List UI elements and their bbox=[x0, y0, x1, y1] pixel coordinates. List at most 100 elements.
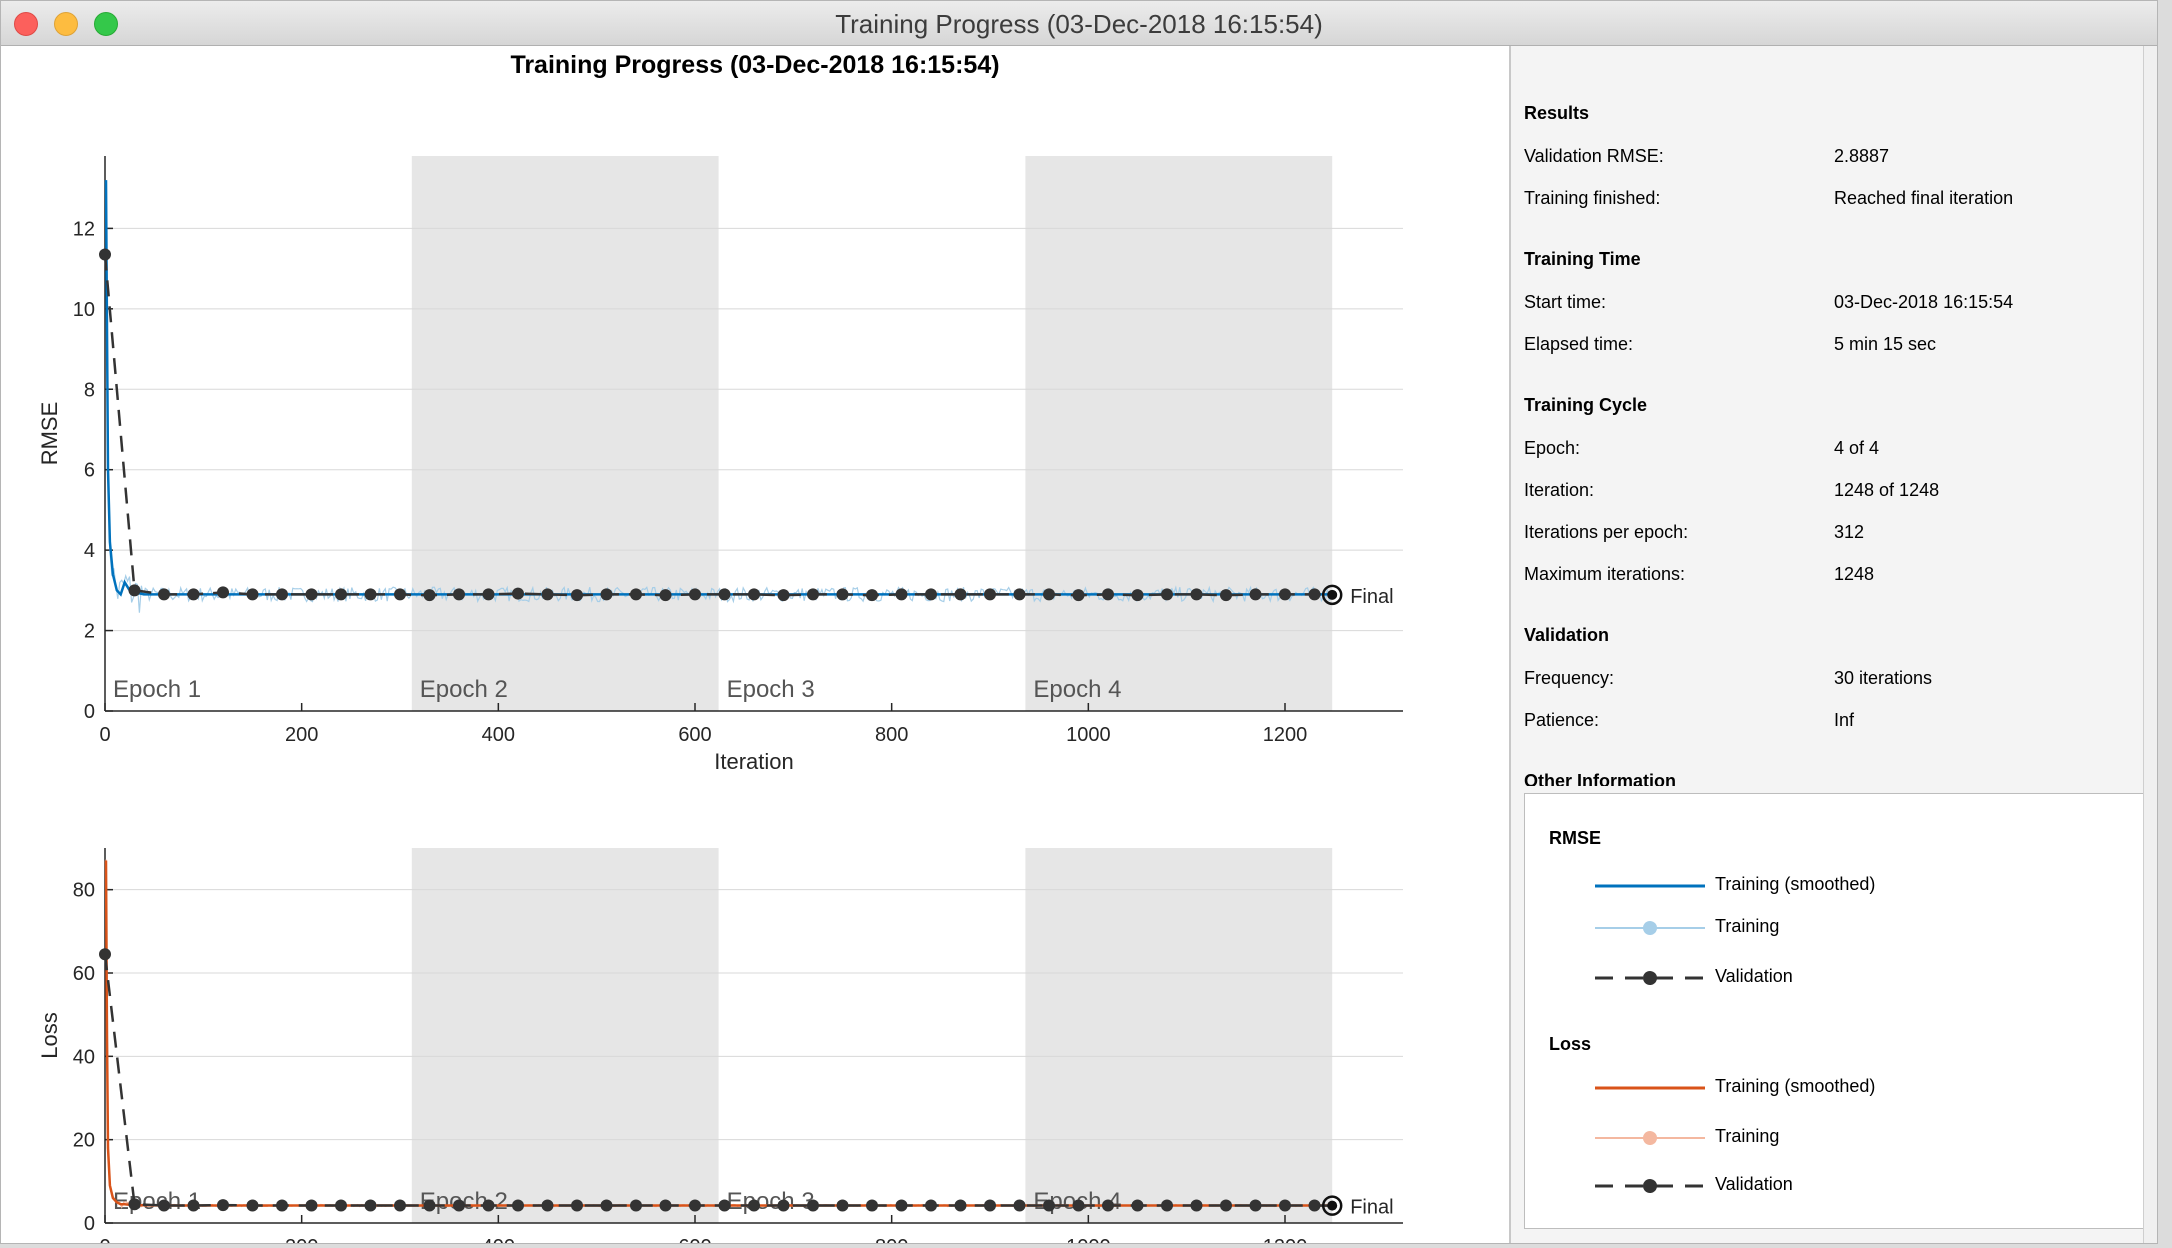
loss-validation-point bbox=[925, 1199, 937, 1212]
legend-loss-heading: Loss bbox=[1549, 1034, 1592, 1054]
legend-rmse-smoothed-line bbox=[1595, 884, 1705, 888]
loss-y-tick-label: 0 bbox=[84, 1213, 95, 1235]
info-panel: Results Validation RMSE: 2.8887 Training… bbox=[1511, 46, 2157, 1243]
rmse-validation-point bbox=[836, 588, 849, 601]
rmse-validation-point bbox=[217, 586, 229, 599]
title-bar[interactable]: Training Progress (03-Dec-2018 16:15:54) bbox=[1, 1, 2157, 46]
loss-x-tick-label: 1200 bbox=[1263, 1236, 1308, 1244]
loss-y-tick-label: 80 bbox=[73, 880, 95, 902]
rmse-epoch-label: Epoch 4 bbox=[1033, 676, 1121, 703]
rmse-validation-point bbox=[1013, 588, 1026, 601]
rmse-validation-point bbox=[1308, 588, 1321, 601]
iteration-label: Iteration: bbox=[1524, 480, 1595, 500]
loss-x-tick-label: 200 bbox=[285, 1236, 318, 1244]
rmse-x-tick-label: 1000 bbox=[1066, 724, 1111, 746]
rmse-plot: Epoch 1 Epoch 2 Epoch 3 Epoch 40 200 400 600 80… bbox=[37, 156, 1403, 774]
loss-epoch-label: Epoch 3 bbox=[727, 1188, 815, 1215]
start-time-value: 03-Dec-2018 16:15:54 bbox=[1834, 292, 2014, 312]
loss-validation-point bbox=[512, 1199, 524, 1212]
epoch-label: Epoch: bbox=[1524, 438, 1581, 458]
rmse-validation-point bbox=[954, 588, 967, 601]
legend-loss-training-line bbox=[1595, 1131, 1705, 1145]
frequency-label: Frequency: bbox=[1524, 668, 1615, 688]
rmse-validation-point bbox=[1249, 588, 1262, 601]
legend-rmse-smoothed-label: Training (smoothed) bbox=[1715, 874, 1876, 894]
rmse-validation-point bbox=[571, 589, 583, 602]
legend-loss-validation-label: Validation bbox=[1715, 1174, 1793, 1194]
loss-validation-point bbox=[128, 1198, 141, 1211]
rmse-epoch-band bbox=[1025, 156, 1333, 711]
rmse-validation-point bbox=[718, 588, 731, 601]
frequency-value: 30 iterations bbox=[1834, 668, 1933, 688]
rmse-validation-point bbox=[895, 588, 908, 601]
rmse-x-tick-label: 200 bbox=[285, 724, 318, 746]
epoch-value: 4 of 4 bbox=[1834, 438, 1880, 458]
legend-rmse-training-line bbox=[1595, 921, 1705, 935]
rmse-validation-point bbox=[276, 588, 288, 601]
rmse-validation-point bbox=[128, 584, 141, 597]
loss-x-tick-label: 0 bbox=[99, 1236, 110, 1244]
patience-label: Patience: bbox=[1524, 710, 1600, 730]
rmse-validation-point bbox=[99, 248, 111, 261]
loss-validation-point bbox=[1161, 1199, 1173, 1212]
rmse-validation-point bbox=[335, 588, 347, 601]
rmse-validation-point bbox=[1190, 588, 1203, 601]
rmse-validation-point bbox=[1131, 589, 1144, 602]
rmse-validation-point bbox=[453, 588, 465, 601]
rmse-x-tick-label: 800 bbox=[875, 724, 908, 746]
rmse-epoch-label: Epoch 1 bbox=[113, 676, 201, 703]
training-finished-value: Reached final iteration bbox=[1834, 188, 2014, 208]
validation-rmse-value: 2.8887 bbox=[1834, 146, 1890, 166]
loss-validation-point bbox=[423, 1199, 436, 1212]
validation-heading: Validation bbox=[1524, 625, 1610, 645]
loss-final-marker bbox=[1327, 1200, 1338, 1211]
rmse-y-tick-label: 6 bbox=[84, 460, 95, 482]
loss-validation-point bbox=[1279, 1199, 1291, 1212]
maximum-iterations-label: Maximum iterations: bbox=[1524, 564, 1686, 584]
loss-validation-point bbox=[1013, 1199, 1026, 1212]
rmse-validation-point bbox=[482, 588, 495, 601]
loss-validation-point bbox=[1072, 1199, 1085, 1212]
loss-y-tick-label: 40 bbox=[73, 1046, 95, 1068]
window-scroll-edge[interactable] bbox=[2143, 46, 2157, 1243]
rmse-validation-point bbox=[187, 588, 200, 601]
loss-validation-point bbox=[1043, 1199, 1055, 1212]
loss-validation-point bbox=[453, 1199, 465, 1212]
validation-rmse-label: Validation RMSE: bbox=[1524, 146, 1664, 166]
rmse-epoch-band bbox=[411, 156, 719, 711]
legend-rmse-training-marker bbox=[1643, 921, 1657, 935]
legend-rmse-validation-line bbox=[1595, 971, 1705, 985]
rmse-validation-point bbox=[807, 588, 819, 601]
loss-validation-point bbox=[1131, 1199, 1144, 1212]
training-time-heading: Training Time bbox=[1524, 249, 1641, 269]
loss-validation-point bbox=[217, 1199, 229, 1212]
loss-validation-point bbox=[659, 1199, 672, 1212]
loss-validation-point bbox=[895, 1199, 908, 1212]
loss-y-tick-label: 20 bbox=[73, 1130, 95, 1152]
rmse-epoch-label: Epoch 2 bbox=[420, 676, 508, 703]
rmse-y-tick-label: 8 bbox=[84, 379, 95, 401]
training-finished-label: Training finished: bbox=[1524, 188, 1661, 208]
rmse-epoch-label: Epoch 3 bbox=[727, 676, 815, 703]
rmse-y-tick-label: 10 bbox=[73, 299, 95, 321]
legend-rmse-heading: RMSE bbox=[1549, 828, 1602, 848]
loss-y-tick-label: 60 bbox=[73, 963, 95, 985]
legend-loss-validation-marker bbox=[1643, 1179, 1657, 1193]
loss-validation-point bbox=[276, 1199, 288, 1212]
loss-x-tick-label: 800 bbox=[875, 1236, 908, 1244]
loss-validation-point bbox=[305, 1199, 318, 1212]
rmse-validation-point bbox=[1043, 588, 1055, 601]
rmse-validation-point bbox=[1102, 588, 1114, 601]
rmse-validation-point bbox=[600, 588, 613, 601]
rmse-y-tick-label: 12 bbox=[73, 218, 95, 240]
rmse-validation-point bbox=[158, 588, 170, 601]
loss-validation-point bbox=[541, 1199, 554, 1212]
rmse-validation-point bbox=[630, 588, 642, 601]
loss-x-tick-label: 1000 bbox=[1066, 1236, 1111, 1244]
rmse-validation-point bbox=[984, 588, 996, 601]
legend-loss-training-label: Training bbox=[1715, 1126, 1780, 1146]
rmse-validation-point bbox=[305, 588, 318, 601]
maximum-iterations-value: 1248 bbox=[1834, 564, 1875, 584]
loss-validation-point bbox=[158, 1199, 170, 1212]
iteration-value: 1248 of 1248 bbox=[1834, 480, 1940, 500]
